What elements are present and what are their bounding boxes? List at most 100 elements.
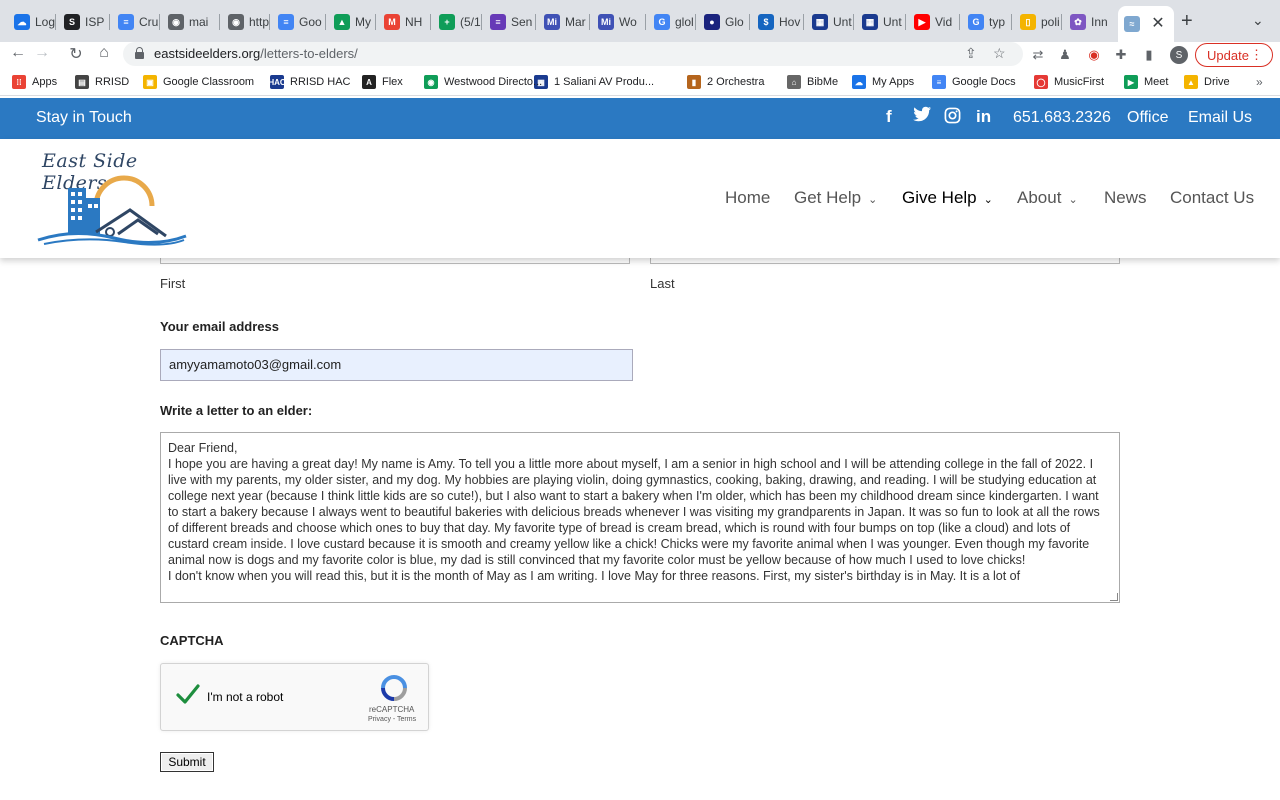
browser-tab[interactable]: ≡ Cru [112, 8, 160, 36]
bookmark-item[interactable]: ▲ Drive [1184, 75, 1230, 89]
browser-tab[interactable]: Gglol [648, 8, 696, 36]
bookmark-favicon-icon: ◯ [1034, 75, 1048, 89]
phone-number[interactable]: 651.683.2326 [1013, 109, 1111, 127]
browser-tab[interactable]: + (5/1 [433, 8, 482, 36]
tab-separator [375, 14, 376, 30]
home-icon[interactable]: ⌂ [94, 44, 114, 62]
bookmark-label: Google Classroom [163, 76, 255, 88]
nav-home[interactable]: Home [725, 188, 770, 208]
office-link[interactable]: Office [1127, 109, 1169, 127]
bookmark-label: Meet [1144, 76, 1169, 88]
browser-tab[interactable]: ☁ Log [8, 8, 56, 36]
email-us-link[interactable]: Email Us [1188, 109, 1252, 127]
tab-favicon-icon: ▲ [334, 14, 350, 30]
bookmark-label: 1 Saliani AV Produ... [554, 76, 655, 88]
east-side-elders-logo[interactable]: East Side Elders [34, 148, 190, 248]
extension-off-icon[interactable]: ◉ [1086, 47, 1102, 63]
tab-separator [1061, 14, 1062, 30]
browser-tab[interactable]: ✿ Inn [1064, 8, 1116, 36]
instagram-icon[interactable] [944, 107, 961, 129]
browser-tab[interactable]: $ Hov [752, 8, 804, 36]
share-icon[interactable]: ⇪ [965, 45, 977, 62]
extensions-puzzle-icon[interactable]: ✚ [1113, 47, 1129, 63]
bookmark-item[interactable]: ▦ 1 Saliani AV Produ... [534, 75, 654, 89]
tab-favicon-icon: ☁ [14, 14, 30, 30]
more-bookmarks-chevron-icon[interactable]: » [1256, 75, 1263, 89]
profile-avatar[interactable]: S [1170, 46, 1188, 64]
browser-tab[interactable]: ▦ Unt [806, 8, 854, 36]
extension-translate-icon[interactable]: ⇄ [1030, 47, 1046, 63]
bookmark-favicon-icon: ▶ [1124, 75, 1138, 89]
forward-arrow-icon[interactable]: → [32, 44, 52, 62]
bookmark-item[interactable]: ⌂ BibMe [787, 75, 838, 89]
facebook-icon[interactable]: f [886, 107, 892, 127]
new-tab-button[interactable]: + [1181, 10, 1193, 33]
checkmark-icon[interactable] [176, 682, 200, 706]
bookmark-item[interactable]: A Flex [362, 75, 403, 89]
bookmark-item[interactable]: ≡ Google Docs [932, 75, 1016, 89]
bookmark-item[interactable]: ◉ Westwood Directo... [424, 75, 542, 89]
browser-tab[interactable]: Mi Mar [538, 8, 590, 36]
email-input[interactable]: amyyamamoto03@gmail.com [160, 349, 633, 381]
menu-dots-icon[interactable]: ⋮ [1250, 47, 1263, 63]
browser-tab[interactable]: ▲ My [328, 8, 376, 36]
linkedin-icon[interactable]: in [976, 107, 991, 127]
url-text[interactable]: eastsideelders.org/letters-to-elders/ [154, 46, 358, 61]
bookmark-item[interactable]: ◯ MusicFirst [1034, 75, 1104, 89]
nav-get-help[interactable]: Get Help ⌄ [794, 188, 877, 208]
reload-icon[interactable]: ↻ [66, 44, 86, 64]
letter-textarea[interactable]: Dear Friend, I hope you are having a gre… [160, 432, 1120, 603]
tab-favicon-icon: Mi [598, 14, 614, 30]
browser-tab[interactable]: ◉ http [222, 8, 270, 36]
bookmark-favicon-icon: HAC [268, 75, 286, 89]
logo-building-icon [37, 175, 187, 246]
browser-tab[interactable]: ◉ mai [162, 8, 220, 36]
recaptcha-terms-link[interactable]: Privacy - Terms [368, 716, 416, 723]
nav-about[interactable]: About ⌄ [1017, 188, 1078, 208]
tab-title: Log [35, 15, 56, 29]
browser-toolbar: ← → ↻ ⌂ eastsideelders.org/letters-to-el… [0, 42, 1280, 68]
nav-news[interactable]: News [1104, 188, 1147, 208]
browser-tab[interactable]: ▦ Unt [856, 8, 906, 36]
resize-handle-icon[interactable] [1110, 593, 1118, 601]
tab-favicon-icon: ▶ [914, 14, 930, 30]
browser-tab[interactable]: ≡ Goo [272, 8, 326, 36]
back-arrow-icon[interactable]: ← [8, 44, 28, 62]
recaptcha-brand: reCAPTCHA [369, 705, 415, 714]
browser-tab[interactable]: Gtyp [962, 8, 1012, 36]
bookmark-item[interactable]: ▣ Google Classroom [143, 75, 254, 89]
close-tab-icon[interactable]: ✕ [1150, 13, 1166, 33]
tab-separator [645, 14, 646, 30]
submit-button[interactable]: Submit [160, 752, 214, 772]
tab-search-chevron-icon[interactable]: ⌄ [1252, 12, 1264, 29]
browser-tab[interactable]: ≡ Sen [484, 8, 536, 36]
update-button[interactable]: Update ⋮ [1195, 43, 1273, 67]
tab-favicon-icon: ▯ [1020, 14, 1036, 30]
browser-tab[interactable]: Mi Wo [592, 8, 646, 36]
browser-tab[interactable]: S ISP [58, 8, 110, 36]
tab-title: Unt [833, 15, 852, 29]
extension-user-icon[interactable]: ♟ [1057, 47, 1073, 63]
nav-contact-us[interactable]: Contact Us [1170, 188, 1254, 208]
browser-tab[interactable]: ● Glo [698, 8, 750, 36]
bookmark-star-icon[interactable]: ☆ [993, 45, 1006, 62]
bookmark-label: My Apps [872, 76, 915, 88]
tab-title: Unt [883, 15, 902, 29]
nav-give-help[interactable]: Give Help ⌄ [902, 188, 993, 208]
browser-tab[interactable]: ▶ Vid [908, 8, 960, 36]
twitter-icon[interactable] [913, 106, 931, 127]
lock-icon[interactable] [135, 47, 144, 59]
side-panel-icon[interactable]: ▮ [1141, 47, 1157, 63]
tab-title: (5/1 [460, 15, 481, 29]
bookmark-item[interactable]: ▤ RRISD [75, 75, 129, 89]
bookmark-item[interactable]: HAC RRISD HAC [268, 75, 351, 89]
bookmark-item[interactable]: ▶ Meet [1124, 75, 1168, 89]
address-bar[interactable]: eastsideelders.org/letters-to-elders/ ⇪ … [123, 42, 1023, 66]
recaptcha-widget: I'm not a robot reCAPTCHA Privacy - Term… [160, 663, 429, 731]
bookmark-item[interactable]: ☁ My Apps [852, 75, 914, 89]
browser-tab[interactable]: ▯ poli [1014, 8, 1062, 36]
tab-favicon-icon: ▦ [812, 14, 828, 30]
bookmark-item[interactable]: ▮ 2 Orchestra [687, 75, 764, 89]
browser-tab[interactable]: M NH [378, 8, 431, 36]
bookmark-item[interactable]: ⁞⁞ Apps [12, 75, 57, 89]
